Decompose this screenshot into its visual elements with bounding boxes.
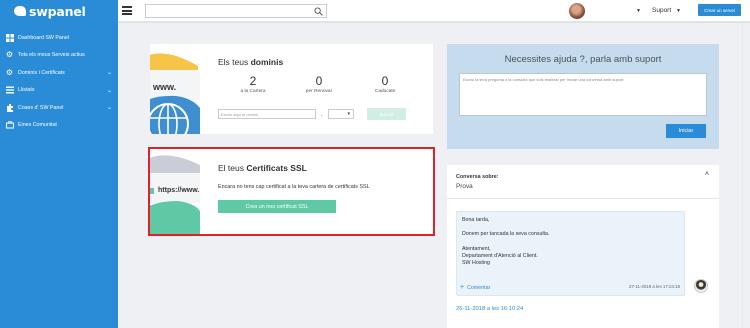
puzzle-icon [5, 103, 14, 112]
create-ssl-button[interactable]: Crea un nou certificat SSL [218, 200, 336, 213]
tools-icon [5, 121, 14, 130]
sidebar-nav: Dashboard SW Panel ⚙ Tots els meus Serve… [0, 29, 118, 134]
comment-label: Comentar [467, 285, 491, 291]
support-title: Necessites ajuda ?, parla amb suport [504, 54, 662, 65]
divider [447, 198, 719, 199]
sidebar-item-tools[interactable]: Eines Comunitat [0, 117, 118, 135]
create-service-button[interactable]: Crear un servei [698, 4, 741, 16]
ssl-art-text: https://www. [158, 187, 199, 194]
ssl-art-text-value: https://www. [158, 187, 200, 194]
list-icon [5, 86, 14, 95]
stat-value: 0 [315, 74, 323, 88]
sidebar-item-services[interactable]: ⚙ Tots els meus Serveis actius [0, 47, 118, 65]
conversation-subject: Prova [456, 183, 473, 190]
sidebar-item-coses[interactable]: Coses d' SW Panel ⌄ [0, 99, 118, 117]
sidebar-item-label: Dominis i Certificats [18, 69, 65, 76]
logo-cloud-icon [14, 6, 26, 16]
conversation-date: 26-11-2018 a les 16:10:24 [456, 306, 524, 312]
domains-title-bold: dominis [250, 57, 284, 67]
domains-card: www. Els teus dominis 2 a la Cartera 0 p… [150, 44, 433, 134]
ssl-title-prefix: El teus [218, 163, 247, 173]
message-timestamp: 27-11-2018 a les 17:24:18 [629, 284, 680, 289]
chevron-down-icon: ▾ [347, 111, 350, 117]
avatar[interactable] [569, 3, 585, 19]
start-conversation-button[interactable]: Iniciar [666, 124, 706, 138]
conversation-card: Conversa sobre: Prova ˄ Bona tarda, Done… [447, 165, 719, 328]
chevron-down-icon: ⌄ [106, 87, 112, 94]
ssl-lock-icon [150, 188, 154, 194]
plus-icon: + [460, 284, 465, 291]
ssl-description: Encara no tens cap certificat a la teva … [218, 184, 370, 190]
domain-dot: . [321, 112, 323, 118]
stat-value: 0 [381, 74, 389, 88]
search-icon[interactable] [314, 7, 323, 16]
stat-label: Caducats [374, 89, 396, 94]
stat-cartera[interactable]: 2 a la Cartera [220, 74, 286, 94]
user-menu-caret-icon[interactable]: ▼ [636, 8, 641, 14]
sidebar-item-label: Tots els meus Serveis actius [18, 52, 85, 59]
comment-button[interactable]: + Comentar [460, 284, 490, 291]
chevron-down-icon: ⌄ [106, 105, 112, 111]
support-label: Suport [652, 7, 672, 14]
ssl-card: https://www. El teus Certificats SSL Enc… [150, 149, 433, 234]
message-bubble: Bona tarda, Donem per tancada la seva co… [456, 211, 685, 296]
search-domain-button[interactable]: Buscar [367, 108, 406, 120]
domain-stats: 2 a la Cartera 0 per Renovar 0 Caducats [220, 74, 418, 94]
domain-search-input[interactable]: Escriu aquí el domini [218, 109, 316, 119]
chevron-up-icon[interactable]: ˄ [705, 171, 709, 178]
domains-title: Els teus dominis [218, 57, 283, 67]
sidebar-item-label: Eines Comunitat [18, 122, 57, 129]
chevron-down-icon: ⌄ [106, 70, 112, 76]
support-question-textarea[interactable]: Escriu la teva pregunta o la consulta qu… [459, 73, 707, 116]
domains-title-prefix: Els teus [218, 57, 251, 67]
agent-avatar [694, 279, 708, 293]
dashboard-icon [5, 33, 14, 42]
sidebar: swpanel Dashboard SW Panel ⚙ Tots els me… [0, 0, 118, 328]
topbar-divider [118, 22, 750, 23]
stat-label: a la Cartera [240, 89, 266, 94]
domain-art-text: www. [153, 82, 177, 92]
ssl-title: El teus Certificats SSL [218, 163, 307, 173]
stat-label: per Renovar [305, 89, 333, 94]
stat-caducats[interactable]: 0 Caducats [352, 74, 418, 94]
stat-renovar[interactable]: 0 per Renovar [286, 74, 352, 94]
stat-value: 2 [249, 74, 257, 88]
sidebar-item-label: Llistats [18, 87, 35, 94]
logo-text: swpanel [29, 3, 86, 19]
search-input[interactable] [145, 4, 327, 18]
tld-select[interactable]: ▾ [328, 109, 354, 119]
sidebar-item-label: Dashboard SW Panel [18, 34, 69, 41]
support-menu[interactable]: Suport ▼ [652, 7, 681, 14]
sidebar-item-label: Coses d' SW Panel [18, 104, 64, 111]
menu-icon[interactable] [122, 6, 132, 15]
settings-icon: ⚙ [5, 67, 14, 77]
conversation-label: Conversa sobre: [456, 174, 499, 180]
chevron-down-icon: ▼ [675, 8, 681, 14]
sidebar-item-domains[interactable]: ⚙ Dominis i Certificats ⌄ [0, 64, 118, 82]
message-line: Departament d'Atenció al Client. [462, 253, 538, 259]
message-line: Atentament, [462, 246, 491, 252]
sidebar-item-dashboard[interactable]: Dashboard SW Panel [0, 29, 118, 47]
ssl-title-bold: Certificats SSL [246, 163, 307, 173]
message-line: SW Hosting [462, 260, 490, 266]
message-line: Bona tarda, [462, 217, 490, 223]
scroll-track [742, 22, 743, 328]
gear-icon: ⚙ [5, 50, 14, 60]
support-card: Necessites ajuda ?, parla amb suport Esc… [447, 44, 719, 149]
topbar: ▼ Suport ▼ Crear un servei [118, 0, 750, 22]
message-line: Donem per tancada la seva consulta. [462, 231, 550, 237]
sidebar-item-lists[interactable]: Llistats ⌄ [0, 82, 118, 100]
logo[interactable]: swpanel [0, 0, 118, 22]
